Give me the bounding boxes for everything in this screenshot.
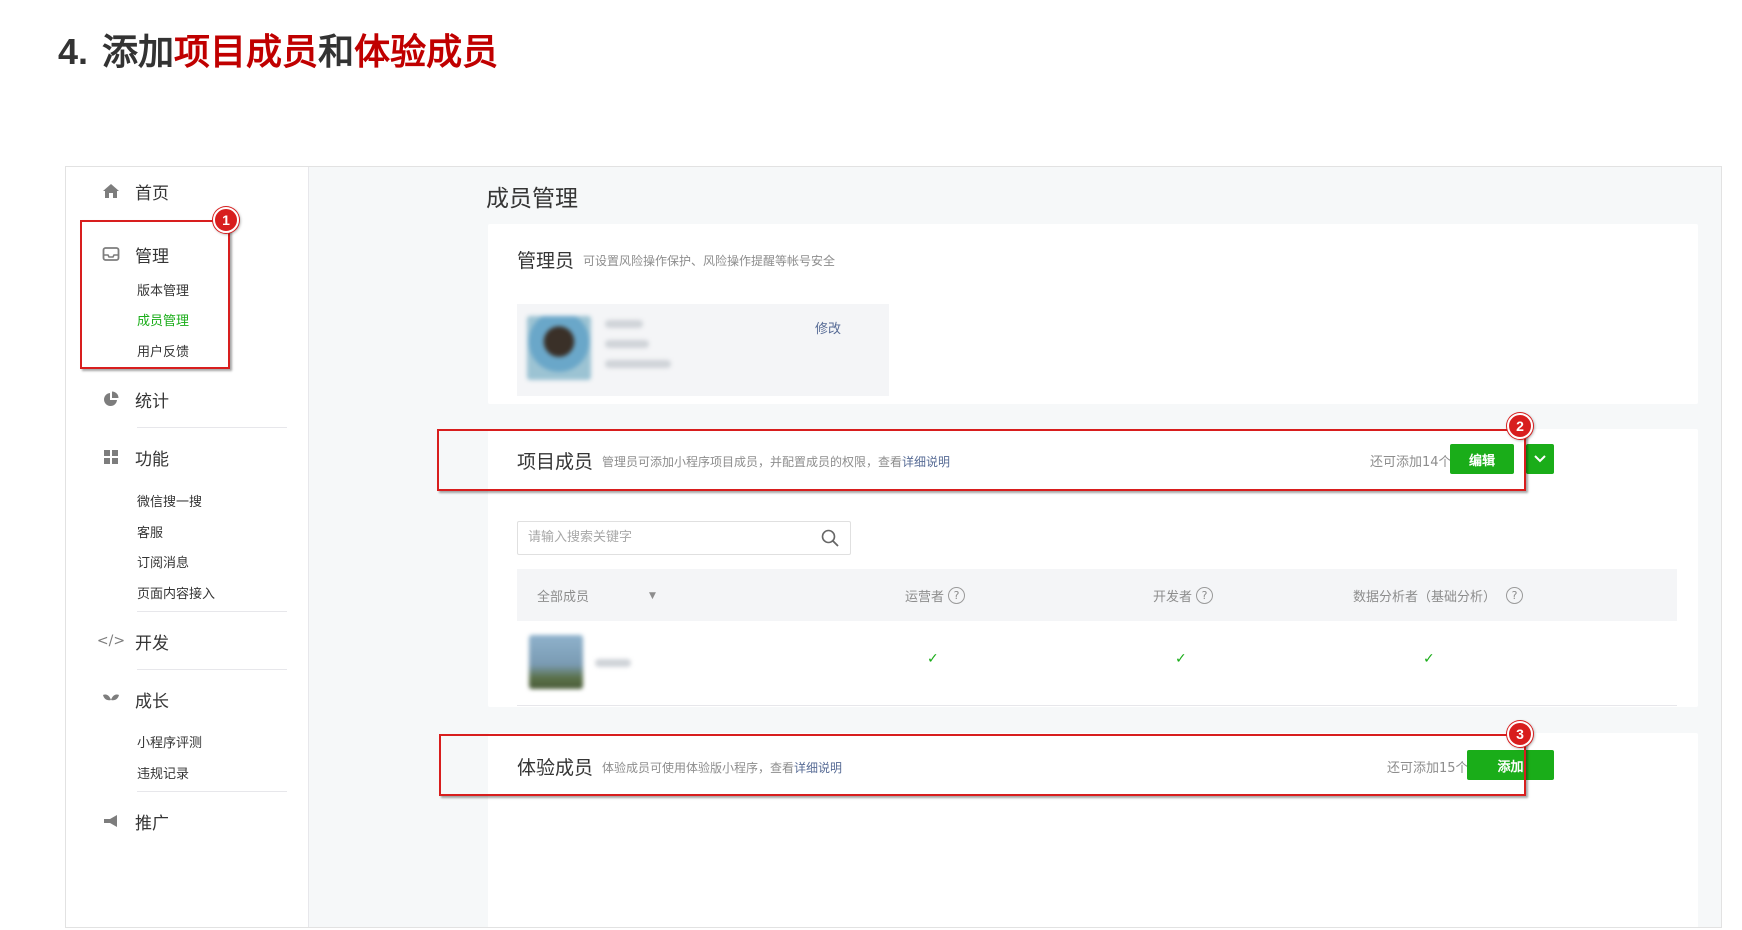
table-row: ✓ ✓ ✓ — [517, 621, 1677, 706]
page-title: 成员管理 — [486, 186, 578, 212]
column-header-all: 全部成员 — [537, 590, 590, 605]
annotation-badge-3: 3 — [1507, 721, 1533, 747]
sidebar-item-home[interactable]: 首页 — [66, 176, 308, 206]
annotation-badge-1: 1 — [213, 207, 239, 233]
admin-desc: 可设置风险操作保护、风险操作提醒等帐号安全 — [583, 254, 836, 268]
code-icon: </> — [96, 633, 126, 649]
analyst-check-icon[interactable]: ✓ — [1423, 651, 1435, 667]
grid-icon — [101, 447, 121, 467]
heading-text-3: 和 — [318, 32, 355, 73]
sidebar-item-label: 统计 — [135, 391, 169, 412]
sidebar-sub-evaluation[interactable]: 小程序评测 — [137, 732, 202, 751]
member-table-header: 全部成员 ▼ 运营者? 开发者? 数据分析者（基础分析）? — [517, 569, 1677, 621]
chevron-down-icon — [1534, 455, 1546, 463]
admin-card: 管理员 可设置风险操作保护、风险操作提醒等帐号安全 修改 — [488, 224, 1698, 404]
sidebar-item-label: 推广 — [135, 813, 169, 834]
sidebar-item-label: 首页 — [135, 183, 169, 204]
column-analyst: 数据分析者（基础分析）? — [1353, 586, 1524, 605]
admin-info-box: 修改 — [517, 304, 889, 396]
sidebar-item-develop[interactable]: </> 开发 — [66, 626, 308, 656]
search-input[interactable] — [518, 522, 818, 552]
column-header-analyst: 数据分析者（基础分析） — [1353, 590, 1497, 605]
annotation-box-2 — [437, 429, 1526, 491]
column-operator: 运营者? — [905, 586, 966, 605]
admin-date-blurred — [605, 360, 671, 368]
caret-down-icon: ▼ — [649, 590, 656, 601]
step-heading: 4. 添加项目成员和体验成员 — [58, 28, 498, 77]
member-name-blurred — [595, 659, 631, 667]
avatar — [527, 316, 591, 380]
developer-check-icon[interactable]: ✓ — [1175, 651, 1187, 667]
megaphone-icon — [101, 811, 121, 831]
heading-text-1: 添加 — [102, 32, 175, 73]
filter-all-members[interactable]: 全部成员 ▼ — [537, 586, 656, 605]
sidebar-item-label: 开发 — [135, 633, 169, 654]
help-icon[interactable]: ? — [1506, 587, 1524, 604]
help-icon[interactable]: ? — [948, 587, 966, 604]
sidebar-item-label: 成长 — [135, 691, 169, 712]
sidebar-sub-subscribe[interactable]: 订阅消息 — [137, 552, 189, 571]
column-header-developer: 开发者 — [1153, 590, 1193, 605]
step-number: 4. — [58, 31, 89, 72]
sidebar-sub-search[interactable]: 微信搜一搜 — [137, 491, 202, 510]
screenshot-frame: 首页 管理 版本管理 成员管理 用户反馈 统计 功能 微信搜一搜 客服 订阅消息… — [65, 166, 1722, 928]
search-icon[interactable] — [820, 528, 840, 548]
column-developer: 开发者? — [1153, 586, 1214, 605]
more-dropdown-button[interactable] — [1526, 444, 1554, 474]
sidebar-item-label: 功能 — [135, 449, 169, 470]
operator-check-icon[interactable]: ✓ — [927, 651, 939, 667]
sidebar-item-stats[interactable]: 统计 — [66, 384, 308, 414]
sidebar-divider — [137, 791, 287, 792]
sidebar-sub-service[interactable]: 客服 — [137, 522, 163, 541]
sidebar-sub-content[interactable]: 页面内容接入 — [137, 583, 215, 602]
admin-name-blurred — [605, 320, 643, 328]
heading-text-4: 体验成员 — [354, 32, 499, 73]
sidebar-divider — [137, 611, 287, 612]
home-icon — [101, 181, 121, 201]
avatar — [529, 635, 583, 689]
admin-id-blurred — [605, 340, 649, 348]
column-header-operator: 运营者 — [905, 590, 945, 605]
pie-chart-icon — [101, 389, 121, 409]
sidebar-item-grow[interactable]: 成长 — [66, 684, 308, 714]
annotation-badge-2: 2 — [1507, 413, 1533, 439]
member-search — [517, 521, 851, 555]
sprout-icon — [101, 689, 121, 709]
sidebar-divider — [137, 669, 287, 670]
annotation-box-1 — [80, 220, 230, 369]
edit-admin-link[interactable]: 修改 — [815, 318, 841, 337]
sidebar-item-features[interactable]: 功能 — [66, 442, 308, 472]
sidebar-item-promote[interactable]: 推广 — [66, 806, 308, 836]
heading-text-2: 项目成员 — [174, 32, 319, 73]
sidebar-divider — [137, 427, 287, 428]
sidebar-sub-violations[interactable]: 违规记录 — [137, 763, 189, 782]
admin-title: 管理员 — [517, 250, 575, 272]
annotation-box-3 — [439, 734, 1526, 796]
help-icon[interactable]: ? — [1196, 587, 1214, 604]
